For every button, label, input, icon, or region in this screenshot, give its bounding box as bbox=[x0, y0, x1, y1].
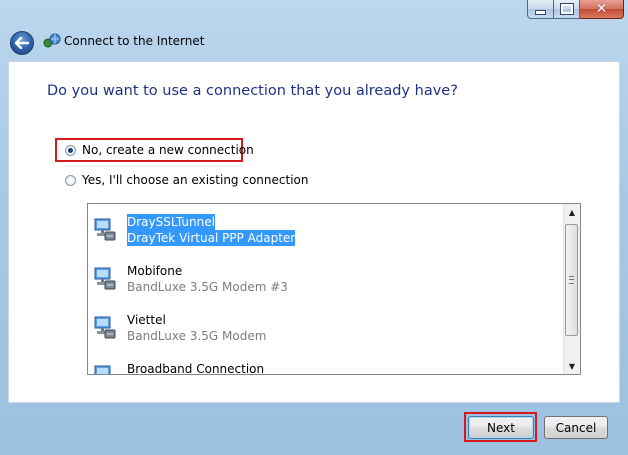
radio-button-unchecked[interactable] bbox=[65, 174, 76, 186]
option-label: Yes, I'll choose an existing connection bbox=[82, 173, 309, 187]
item-text: Broadband Connection bbox=[127, 361, 265, 375]
connection-device: BandLuxe 3.5G Modem #3 bbox=[127, 280, 288, 294]
content-panel: Do you want to use a connection that you… bbox=[8, 61, 620, 403]
option-existing-connection[interactable]: Yes, I'll choose an existing connection bbox=[65, 173, 308, 187]
page-heading: Do you want to use a connection that you… bbox=[47, 83, 458, 99]
caption-buttons: ✕ bbox=[527, 0, 624, 19]
next-button[interactable]: Next bbox=[468, 416, 534, 439]
option-new-connection[interactable]: No, create a new connection bbox=[65, 143, 254, 157]
window-frame: ✕ Connect to the Internet Do you want to… bbox=[0, 0, 628, 455]
connection-name: Viettel bbox=[127, 313, 166, 327]
minimize-button[interactable] bbox=[527, 0, 554, 19]
connection-name: DraySSLTunnel bbox=[127, 214, 215, 230]
vertical-scrollbar[interactable]: ▲ ▼ bbox=[563, 204, 580, 374]
back-button[interactable] bbox=[10, 31, 34, 55]
scroll-up-button[interactable]: ▲ bbox=[564, 204, 580, 220]
close-icon: ✕ bbox=[595, 1, 608, 17]
connect-internet-icon bbox=[43, 33, 61, 48]
connection-device: DrayTek Virtual PPP Adapter bbox=[127, 230, 296, 246]
cancel-button[interactable]: Cancel bbox=[544, 416, 608, 439]
network-connection-icon bbox=[94, 218, 116, 241]
maximize-icon bbox=[559, 3, 574, 15]
maximize-button[interactable] bbox=[554, 0, 580, 19]
scroll-down-button[interactable]: ▼ bbox=[564, 358, 580, 374]
minimize-icon bbox=[535, 9, 546, 15]
connection-list[interactable]: DraySSLTunnel DrayTek Virtual PPP Adapte… bbox=[87, 203, 581, 375]
item-text: Viettel BandLuxe 3.5G Modem bbox=[127, 312, 266, 344]
close-button[interactable]: ✕ bbox=[580, 0, 624, 19]
radio-button-checked[interactable] bbox=[65, 144, 76, 156]
network-connection-icon bbox=[94, 365, 111, 374]
scrollbar-thumb[interactable] bbox=[565, 224, 578, 336]
back-arrow-icon bbox=[15, 37, 29, 49]
item-text: DraySSLTunnel DrayTek Virtual PPP Adapte… bbox=[127, 214, 296, 246]
window-title: Connect to the Internet bbox=[64, 34, 205, 48]
connection-name: Broadband Connection bbox=[127, 362, 265, 375]
connection-device: BandLuxe 3.5G Modem bbox=[127, 329, 267, 343]
grip-icon bbox=[569, 276, 574, 284]
connection-name: Mobifone bbox=[127, 264, 183, 278]
network-connection-icon bbox=[94, 267, 116, 290]
network-connection-icon bbox=[94, 316, 116, 339]
option-label: No, create a new connection bbox=[82, 143, 254, 157]
item-text: Mobifone BandLuxe 3.5G Modem #3 bbox=[127, 263, 288, 295]
